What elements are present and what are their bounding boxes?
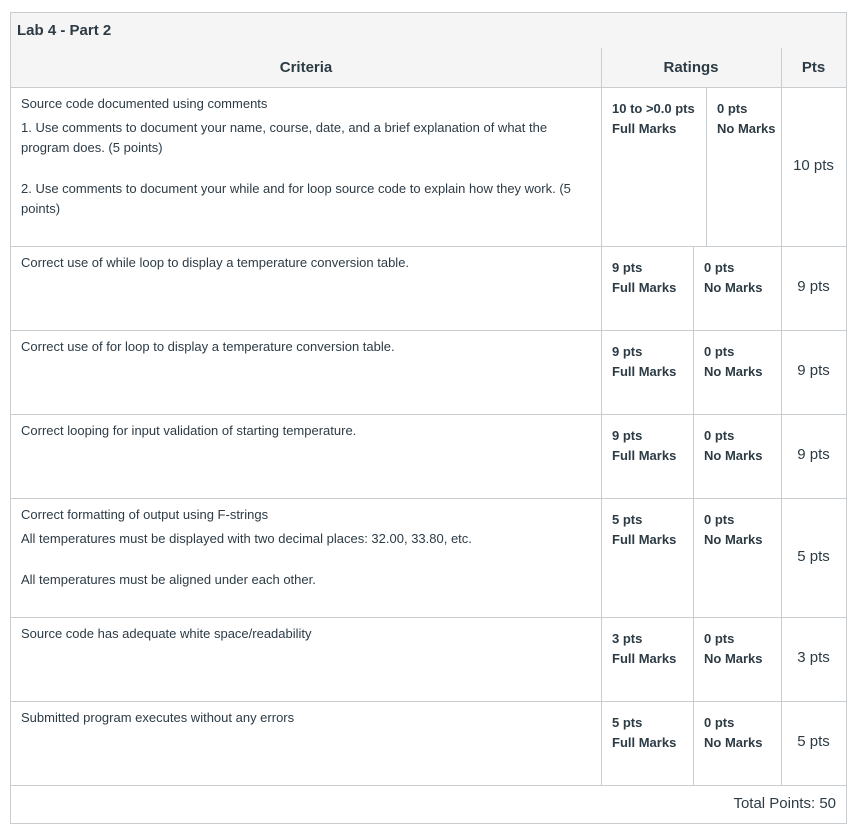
rating-points: 10 to >0.0 pts: [612, 101, 695, 116]
rating-description: No Marks: [704, 280, 763, 295]
rating-divider: [693, 498, 694, 617]
row-divider: [11, 330, 846, 331]
criterion-cell: Correct use of while loop to display a t…: [21, 253, 591, 273]
rating-no-marks: 0 pts No Marks: [704, 629, 763, 669]
rating-divider: [693, 330, 694, 414]
criterion-cell: Source code documented using comments 1.…: [21, 94, 591, 219]
rating-points: 0 pts: [704, 260, 735, 275]
rating-description: No Marks: [704, 448, 763, 463]
row-divider: [11, 414, 846, 415]
rating-points: 0 pts: [704, 715, 735, 730]
rating-divider: [693, 617, 694, 701]
rating-points: 0 pts: [704, 428, 735, 443]
row-points: 9 pts: [797, 362, 830, 379]
rating-divider: [693, 246, 694, 330]
rating-description: Full Marks: [612, 532, 677, 547]
pts-header: Pts: [781, 48, 846, 88]
rating-points: 9 pts: [612, 428, 643, 443]
criterion-title: Correct formatting of output using F-str…: [21, 507, 269, 522]
rating-no-marks: 0 pts No Marks: [717, 99, 777, 139]
criterion-title: Correct use of for loop to display a tem…: [21, 339, 395, 354]
row-divider: [11, 785, 846, 786]
rating-divider: [706, 87, 707, 246]
criterion-detail: All temperatures must be displayed with …: [21, 531, 472, 546]
rating-points: 5 pts: [612, 715, 643, 730]
rating-no-marks: 0 pts No Marks: [704, 258, 763, 298]
rating-description: No Marks: [704, 651, 763, 666]
criterion-title: Correct use of while loop to display a t…: [21, 255, 410, 270]
rating-no-marks: 0 pts No Marks: [704, 510, 763, 550]
rating-description: Full Marks: [612, 121, 677, 136]
row-points: 3 pts: [797, 649, 830, 666]
rubric-title-bar: Lab 4 - Part 2: [11, 13, 846, 49]
rating-description: No Marks: [704, 364, 763, 379]
rating-full-marks: 5 pts Full Marks: [612, 510, 676, 550]
rating-full-marks: 9 pts Full Marks: [612, 258, 676, 298]
criterion-title: Submitted program executes without any e…: [21, 710, 295, 725]
rating-no-marks: 0 pts No Marks: [704, 713, 763, 753]
rating-points: 3 pts: [612, 631, 643, 646]
rating-points: 9 pts: [612, 260, 643, 275]
rating-full-marks: 10 to >0.0 pts Full Marks: [612, 99, 695, 139]
rating-points: 0 pts: [704, 344, 735, 359]
rating-full-marks: 3 pts Full Marks: [612, 629, 676, 669]
criterion-cell: Correct formatting of output using F-str…: [21, 505, 591, 590]
row-points: 9 pts: [797, 278, 830, 295]
criterion-detail: All temperatures must be aligned under e…: [21, 572, 316, 587]
criterion-cell: Correct use of for loop to display a tem…: [21, 337, 591, 357]
rating-divider: [693, 701, 694, 785]
rating-points: 0 pts: [704, 631, 735, 646]
criterion-title: Correct looping for input validation of …: [21, 423, 357, 438]
row-points: 5 pts: [797, 733, 830, 750]
rating-description: No Marks: [704, 532, 763, 547]
rating-points: 0 pts: [704, 512, 735, 527]
row-divider: [11, 246, 846, 247]
rating-full-marks: 5 pts Full Marks: [612, 713, 676, 753]
rating-points: 9 pts: [612, 344, 643, 359]
criteria-header: Criteria: [11, 48, 601, 88]
row-divider: [11, 701, 846, 702]
rating-description: Full Marks: [612, 280, 677, 295]
rating-divider: [693, 414, 694, 498]
rating-description: No Marks: [704, 735, 763, 750]
ratings-header: Ratings: [601, 48, 781, 88]
rating-no-marks: 0 pts No Marks: [704, 342, 763, 382]
criterion-cell: Submitted program executes without any e…: [21, 708, 591, 728]
total-points: Total Points: 50: [733, 795, 836, 812]
criterion-cell: Correct looping for input validation of …: [21, 421, 591, 441]
rating-description: Full Marks: [612, 364, 677, 379]
row-points: 10 pts: [793, 157, 834, 174]
rating-full-marks: 9 pts Full Marks: [612, 426, 676, 466]
row-divider: [11, 617, 846, 618]
criterion-cell: Source code has adequate white space/rea…: [21, 624, 591, 644]
criterion-title: Source code documented using comments: [21, 96, 268, 111]
rating-description: Full Marks: [612, 448, 677, 463]
row-divider: [11, 498, 846, 499]
rating-description: No Marks: [717, 121, 776, 136]
row-points: 5 pts: [797, 548, 830, 565]
rating-description: Full Marks: [612, 735, 677, 750]
criterion-detail: 2. Use comments to document your while a…: [21, 181, 571, 216]
rating-no-marks: 0 pts No Marks: [704, 426, 763, 466]
row-points: 9 pts: [797, 446, 830, 463]
rubric-table: Lab 4 - Part 2 Criteria Ratings Pts Sour…: [10, 12, 847, 824]
criterion-detail: 1. Use comments to document your name, c…: [21, 120, 548, 155]
rating-points: 5 pts: [612, 512, 643, 527]
criterion-title: Source code has adequate white space/rea…: [21, 626, 312, 641]
rubric-title: Lab 4 - Part 2: [17, 22, 112, 39]
column-divider: [601, 48, 602, 785]
rating-full-marks: 9 pts Full Marks: [612, 342, 676, 382]
rating-points: 0 pts: [717, 101, 748, 116]
rating-description: Full Marks: [612, 651, 677, 666]
